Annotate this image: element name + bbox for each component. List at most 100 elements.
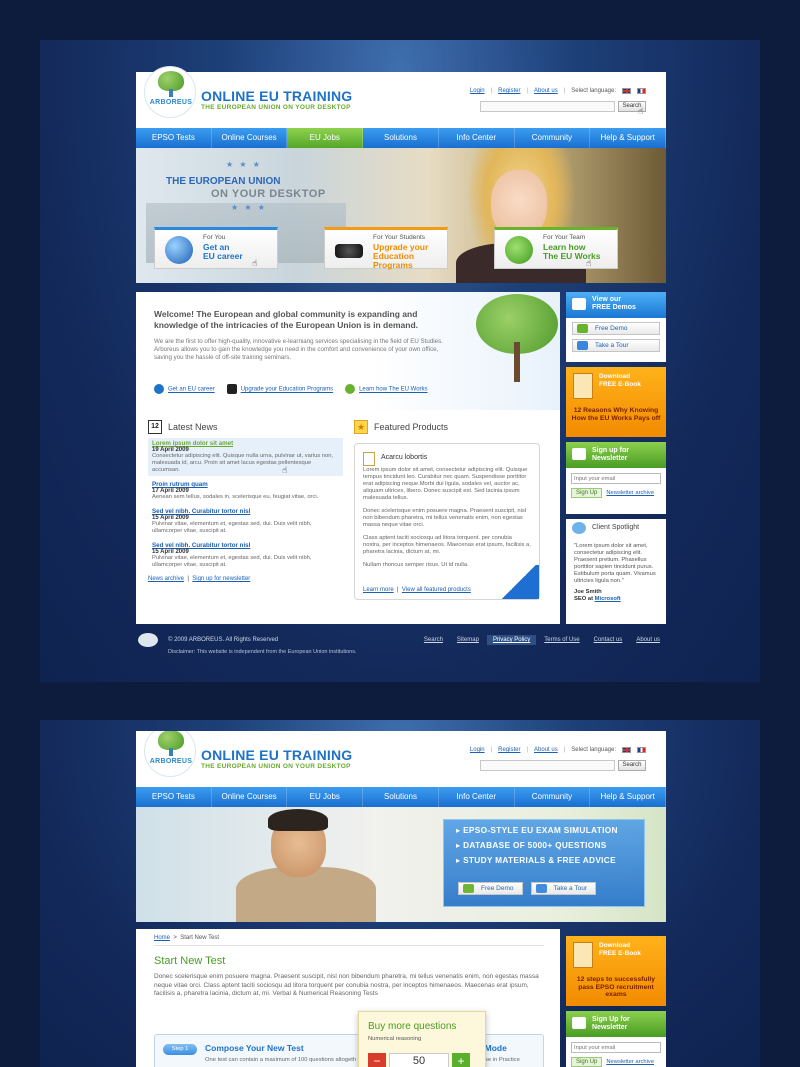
logo-word: ARBOREUS (149, 99, 193, 106)
footer-about-link[interactable]: About us (630, 635, 666, 645)
ebook-box[interactable]: Download FREE E-Book 12 Reasons Why Knowi… (566, 367, 666, 437)
newsletter-archive-link[interactable]: Newsletter archive (606, 1059, 654, 1065)
news-item[interactable]: Sed vel nibh. Curabitur tortor nisl 15 A… (148, 506, 343, 537)
brand-title: ONLINE EU TRAINING (201, 88, 353, 104)
promo-eu-works[interactable]: For Your Team Learn how The EU Works (494, 227, 618, 269)
quantity-value[interactable]: 50 (389, 1053, 449, 1067)
search-button[interactable]: Search (618, 760, 646, 771)
logo-word: ARBOREUS (149, 758, 193, 765)
newsletter-signup-link[interactable]: Sign up for newsletter (192, 576, 250, 582)
free-demo-button[interactable]: Free Demo (458, 882, 523, 895)
uk-flag-icon[interactable] (622, 747, 631, 753)
ebook-box[interactable]: Download FREE E-Book 12 steps to successf… (566, 936, 666, 1006)
newsletter-box: Sign Up forNewsletter Sign UpNewsletter … (566, 1011, 666, 1067)
news-item[interactable]: Lorem ipsum dolor sit amet 19 April 2009… (148, 438, 343, 476)
logo[interactable]: ARBOREUS (144, 66, 196, 118)
about-link[interactable]: About us (534, 747, 558, 753)
take-tour-button[interactable]: Take a Tour (572, 339, 660, 352)
decrement-button[interactable]: − (368, 1053, 386, 1067)
news-item[interactable]: Proin rutrum quam 17 April 2009 Aenean s… (148, 479, 343, 503)
nav-community[interactable]: Community (515, 128, 591, 148)
welcome-body: We are the first to offer high-quality, … (154, 338, 443, 361)
free-demo-button[interactable]: Free Demo (572, 322, 660, 335)
home-site: ARBOREUS ONLINE EU TRAINING THE EUROPEAN… (136, 66, 667, 672)
login-link[interactable]: Login (470, 88, 485, 94)
quantity-stepper: − 50 + (368, 1053, 470, 1067)
nav-help-support[interactable]: Help & Support (590, 128, 667, 148)
eu-career-link[interactable]: Get an EU career (168, 387, 215, 393)
footer-sitemap-link[interactable]: Sitemap (451, 635, 485, 645)
register-link[interactable]: Register (498, 88, 520, 94)
newsletter-archive-link[interactable]: Newsletter archive (606, 490, 654, 496)
copyright: © 2009 ARBOREUS. All Rights Reserved (168, 637, 279, 643)
nav-online-courses[interactable]: Online Courses (212, 128, 288, 148)
news-item[interactable]: Sed vel nibh. Curabitur tortor nisl 15 A… (148, 540, 343, 571)
footer-terms-link[interactable]: Terms of Use (538, 635, 585, 645)
signup-button[interactable]: Sign Up (571, 488, 603, 498)
feature-line: ▸ EPSO-STYLE EU EXAM SIMULATION (456, 825, 618, 835)
education-link[interactable]: Upgrade your Education Programs (241, 387, 333, 393)
nav-solutions[interactable]: Solutions (363, 787, 439, 807)
footer-privacy-link[interactable]: Privacy Policy (486, 635, 537, 645)
demos-box: View our FREE Demos Free Demo Take a Tour (566, 292, 666, 362)
footer-search-link[interactable]: Search (418, 635, 449, 645)
nav-help-support[interactable]: Help & Support (590, 787, 666, 807)
newsletter-email-input[interactable] (571, 473, 661, 484)
nav-epso-tests[interactable]: EPSO Tests (136, 787, 212, 807)
breadcrumb-home[interactable]: Home (154, 935, 170, 941)
header: ARBOREUS ONLINE EU TRAINING THE EUROPEAN… (136, 66, 666, 128)
feature-line: ▸ STUDY MATERIALS & FREE ADVICE (456, 855, 616, 865)
test-site: ARBOREUS ONLINE EU TRAINING THE EUROPEAN… (136, 731, 666, 1067)
logo[interactable]: ARBOREUS (144, 731, 196, 777)
search-input[interactable] (480, 760, 615, 771)
learn-more-link[interactable]: Learn more (363, 587, 394, 593)
nav-info-center[interactable]: Info Center (439, 787, 515, 807)
nav-eu-jobs[interactable]: EU Jobs (287, 128, 364, 148)
eu-works-link[interactable]: Learn how The EU Works (359, 387, 427, 393)
ebook-icon (573, 373, 593, 399)
newsletter-email-input[interactable] (571, 1042, 661, 1053)
client-quote: "Lorem ipsum dolor sit amet, consectetur… (574, 543, 656, 584)
main-content: Welcome! The European and global communi… (136, 292, 560, 624)
promo-education[interactable]: For Your Students Upgrade your Education … (324, 227, 448, 270)
play-icon (572, 298, 586, 310)
brand-title: ONLINE EU TRAINING (201, 747, 353, 763)
featured-card: Acarcu lobortis Lorem ipsum dolor sit am… (354, 443, 540, 600)
search-input[interactable] (480, 101, 615, 112)
uk-flag-icon[interactable] (622, 88, 631, 94)
promo-eu-career[interactable]: For You Get an EU career (154, 227, 278, 269)
welcome-section: Welcome! The European and global communi… (136, 292, 560, 410)
fr-flag-icon[interactable] (637, 88, 646, 94)
globe-icon (154, 384, 164, 394)
company-link[interactable]: Microsoft (595, 596, 621, 602)
client-spotlight: Client Spotlight "Lorem ipsum dolor sit … (566, 519, 666, 624)
signup-button[interactable]: Sign Up (571, 1057, 603, 1067)
view-all-products-link[interactable]: View all featured products (402, 587, 471, 593)
main-content: Home > Start New Test Start New Test Don… (136, 929, 560, 1067)
login-link[interactable]: Login (470, 747, 485, 753)
nav-epso-tests[interactable]: EPSO Tests (136, 128, 212, 148)
features-box: ▸ EPSO-STYLE EU EXAM SIMULATION ▸ DATABA… (443, 819, 645, 907)
increment-button[interactable]: + (452, 1053, 470, 1067)
nav-solutions[interactable]: Solutions (363, 128, 439, 148)
sidebar: Download FREE E-Book 12 steps to successf… (566, 936, 666, 1067)
nav-info-center[interactable]: Info Center (439, 128, 515, 148)
mail-icon (572, 1017, 586, 1029)
product-title: Acarcu lobortis (381, 454, 428, 461)
register-link[interactable]: Register (498, 747, 520, 753)
disclaimer: Disclaimer: This website is independent … (168, 649, 357, 655)
ebook-description: 12 Reasons Why Knowing How the EU Works … (571, 407, 661, 422)
about-link[interactable]: About us (534, 88, 558, 94)
footer-links: Search Sitemap Privacy Policy Terms of U… (418, 635, 666, 645)
nav-community[interactable]: Community (515, 787, 591, 807)
nav-online-courses[interactable]: Online Courses (212, 787, 288, 807)
main-nav: EPSO Tests Online Courses EU Jobs Soluti… (136, 128, 667, 148)
fr-flag-icon[interactable] (637, 747, 646, 753)
news-archive-link[interactable]: News archive (148, 576, 184, 582)
hero-line-2: ON YOUR DESKTOP (211, 188, 326, 200)
nav-eu-jobs[interactable]: EU Jobs (287, 787, 364, 807)
take-tour-button[interactable]: Take a Tour (530, 882, 596, 895)
globe-icon (165, 236, 193, 264)
footer-contact-link[interactable]: Contact us (588, 635, 629, 645)
pointer-cursor-icon: ☝ (638, 106, 644, 116)
